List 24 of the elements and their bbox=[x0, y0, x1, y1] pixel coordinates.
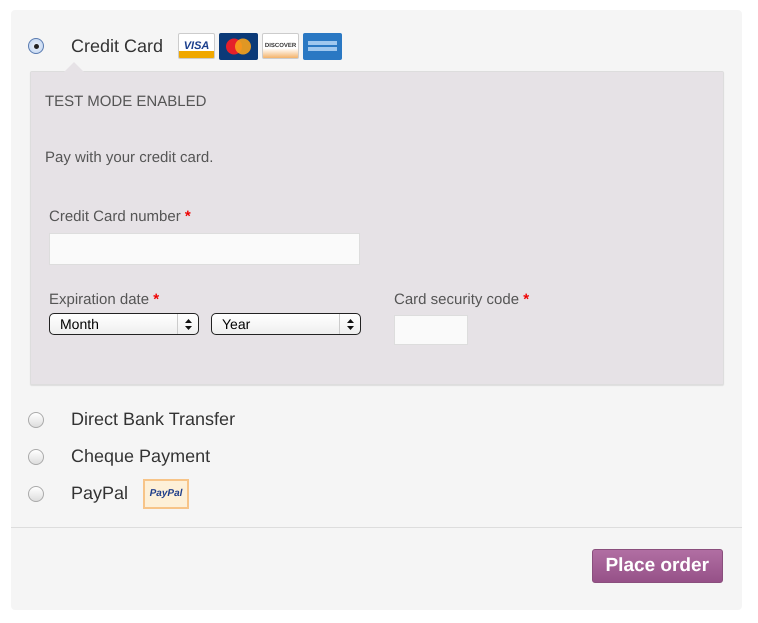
place-order-button[interactable]: Place order bbox=[592, 549, 723, 583]
radio-button[interactable] bbox=[28, 412, 44, 428]
payment-method-label[interactable]: PayPal bbox=[71, 480, 128, 507]
security-code-field[interactable] bbox=[394, 315, 468, 345]
payment-method-label[interactable]: Direct Bank Transfer bbox=[71, 406, 236, 433]
paypal-logo: PayPal bbox=[143, 478, 190, 508]
payment-method-label[interactable]: Cheque Payment bbox=[71, 443, 210, 470]
description-text: Pay with your credit card. bbox=[45, 148, 214, 168]
updown-icon bbox=[346, 318, 354, 330]
amex-logo bbox=[303, 32, 342, 60]
radio-button[interactable] bbox=[28, 38, 44, 54]
field-label: Expiration date * bbox=[49, 290, 160, 310]
updown-icon bbox=[184, 318, 192, 330]
test-mode-notice: TEST MODE ENABLED bbox=[45, 92, 208, 112]
select-dropdown[interactable]: Year bbox=[211, 313, 361, 335]
field-label: Card security code * bbox=[394, 290, 530, 310]
select-dropdown[interactable]: Month bbox=[49, 313, 199, 335]
radio-button[interactable] bbox=[28, 448, 44, 464]
payment-method-label[interactable]: Credit Card bbox=[71, 32, 164, 60]
card-number-field[interactable] bbox=[49, 232, 360, 264]
field-label: Credit Card number * bbox=[49, 207, 192, 227]
radio-button[interactable] bbox=[28, 486, 44, 502]
visa-logo: VISA bbox=[178, 33, 216, 59]
mastercard-logo bbox=[219, 32, 258, 60]
